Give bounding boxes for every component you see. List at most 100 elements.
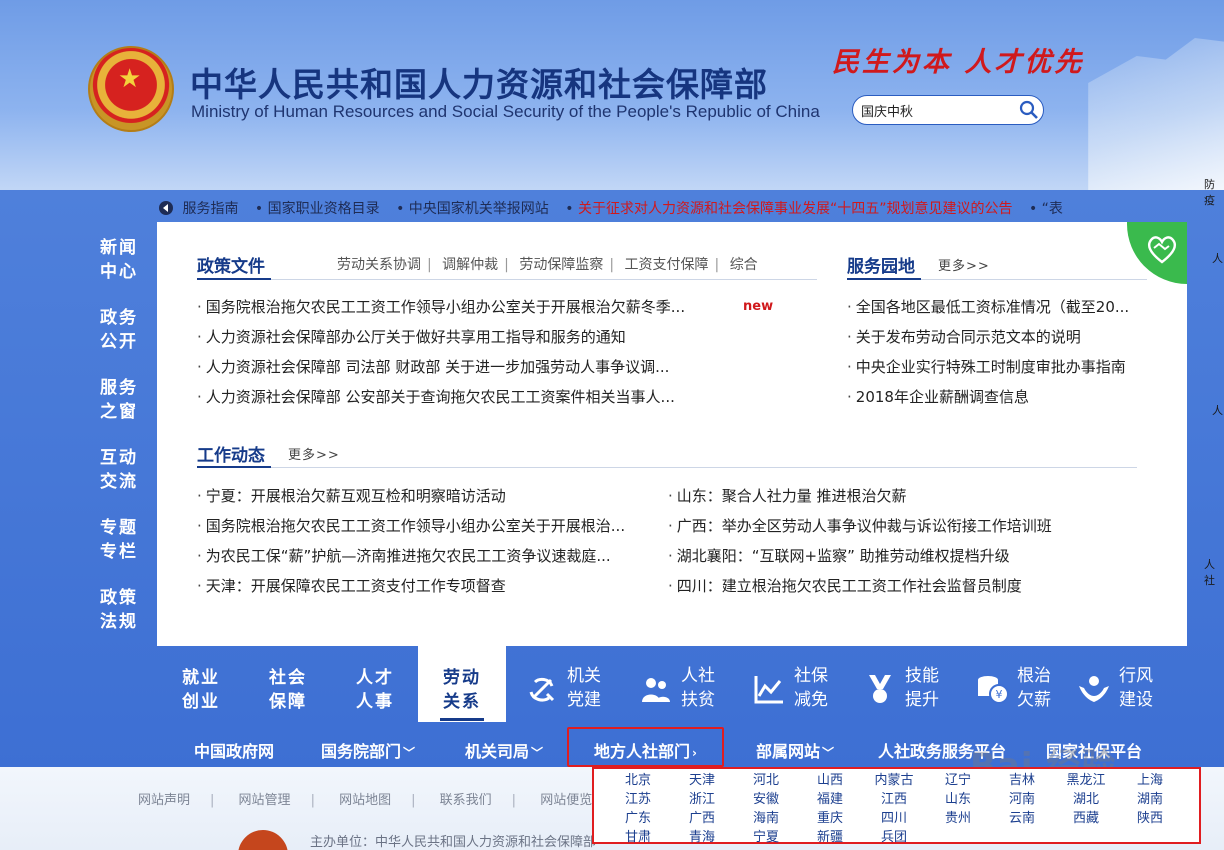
- list-item[interactable]: · 人力资源社会保障部 公安部关于查询拖欠农民工工资案件相关当事人...: [197, 382, 727, 412]
- region-link[interactable]: 青海: [670, 828, 734, 847]
- region-link[interactable]: 云南: [990, 809, 1054, 828]
- tab-social-security[interactable]: 社会 保障: [244, 646, 332, 722]
- tab-wage-payment[interactable]: 工资支付保障: [625, 257, 709, 273]
- news-heading[interactable]: 工作动态: [197, 441, 265, 466]
- footer-link[interactable]: 网站地图: [339, 793, 391, 808]
- list-item[interactable]: · 为农民工保“薪”护航—济南推进拖欠农民工工资争议速裁庭...: [197, 541, 657, 571]
- dropdown-ministry-bureaus[interactable]: 机关司局 ﹀: [465, 738, 543, 762]
- region-link[interactable]: 河南: [990, 790, 1054, 809]
- tab-employment[interactable]: 就业 创业: [157, 646, 245, 722]
- region-link[interactable]: 山东: [926, 790, 990, 809]
- region-link[interactable]: 河北: [734, 771, 798, 790]
- ticker-link[interactable]: • “表: [1029, 201, 1063, 217]
- nav-government-affairs[interactable]: 政务 公开: [100, 306, 144, 376]
- cat-wage-arrears[interactable]: ¥ 根治 欠薪: [975, 656, 1065, 712]
- tab-labor-relations[interactable]: 劳动关系协调: [337, 257, 421, 273]
- tab-mediation[interactable]: 调解仲裁: [442, 257, 498, 273]
- list-item[interactable]: · 2018年企业薪酬调查信息: [847, 382, 1152, 412]
- handshake-heart-icon: [1148, 236, 1176, 264]
- list-item[interactable]: · 天津：开展保障农民工工资支付工作专项督查: [197, 571, 657, 601]
- region-link[interactable]: 新疆: [798, 828, 862, 847]
- list-item[interactable]: · 山东：聚合人社力量 推进根治欠薪: [668, 481, 1138, 511]
- tab-general[interactable]: 综合: [730, 257, 758, 273]
- nav-news-center[interactable]: 新闻 中心: [100, 236, 144, 306]
- list-item[interactable]: · 人力资源社会保障部 司法部 财政部 关于进一步加强劳动人事争议调...: [197, 352, 727, 382]
- region-link[interactable]: 甘肃: [606, 828, 670, 847]
- dropdown-affiliated-sites[interactable]: 部属网站 ﹀: [756, 738, 834, 762]
- list-item[interactable]: · 全国各地区最低工资标准情况（截至20...: [847, 292, 1152, 322]
- search-input[interactable]: [861, 101, 1011, 120]
- search-icon[interactable]: [1019, 100, 1039, 120]
- nav-service-window[interactable]: 服务 之窗: [100, 376, 144, 446]
- national-emblem-logo[interactable]: ★: [88, 46, 174, 132]
- cat-poverty-relief[interactable]: 人社 扶贫: [639, 656, 729, 712]
- policy-heading[interactable]: 政策文件: [197, 252, 265, 277]
- region-link[interactable]: 海南: [734, 809, 798, 828]
- cat-skill-upgrade[interactable]: 技能 提升: [863, 656, 953, 712]
- region-link[interactable]: 江苏: [606, 790, 670, 809]
- search-box: [852, 95, 1044, 125]
- ticker-link[interactable]: • 关于征求对人力资源和社会保障事业发展“十四五”规划意见建议的公告: [565, 201, 1012, 217]
- list-item[interactable]: · 人力资源社会保障部办公厅关于做好共享用工指导和服务的通知: [197, 322, 727, 352]
- list-item[interactable]: · 湖北襄阳：“互联网+监察” 助推劳动维权提档升级: [668, 541, 1138, 571]
- region-link[interactable]: 辽宁: [926, 771, 990, 790]
- ticker-link[interactable]: • 中央国家机关举报网站: [396, 201, 549, 217]
- footer-link[interactable]: 网站声明: [138, 793, 190, 808]
- ticker-link[interactable]: • 国家职业资格目录: [255, 201, 380, 217]
- chevron-down-icon: ﹀: [531, 746, 544, 760]
- region-link[interactable]: 山西: [798, 771, 862, 790]
- list-item[interactable]: · 国务院根治拖欠农民工工资工作领导小组办公室关于开展根治欠薪冬季...: [197, 292, 727, 322]
- tab-talent[interactable]: 人才 人事: [331, 646, 419, 722]
- service-more-link[interactable]: 更多>>: [938, 255, 990, 274]
- region-link[interactable]: 黑龙江: [1054, 771, 1118, 790]
- list-item[interactable]: · 关于发布劳动合同示范文本的说明: [847, 322, 1152, 352]
- region-link[interactable]: 宁夏: [734, 828, 798, 847]
- region-link[interactable]: 内蒙古: [862, 771, 926, 790]
- news-more-link[interactable]: 更多>>: [288, 444, 340, 463]
- region-link[interactable]: 吉林: [990, 771, 1054, 790]
- region-link[interactable]: 贵州: [926, 809, 990, 828]
- list-item[interactable]: · 国务院根治拖欠农民工工资工作领导小组办公室关于开展根治...: [197, 511, 657, 541]
- ticker-link[interactable]: 服务指南: [182, 201, 238, 217]
- category-bar: 就业 创业 社会 保障 人才 人事 劳动 关系 机关 党建 人社 扶贫 社保 减免 技能 提升: [157, 646, 1187, 722]
- section-underline: [197, 466, 271, 468]
- list-item[interactable]: · 宁夏：开展根治欠薪互观互检和明察暗访活动: [197, 481, 657, 511]
- list-item[interactable]: · 四川：建立根治拖欠农民工工资工作社会监督员制度: [668, 571, 1138, 601]
- footer-link[interactable]: 网站便览: [540, 793, 592, 808]
- region-link[interactable]: 上海: [1118, 771, 1182, 790]
- nav-special-topics[interactable]: 专题 专栏: [100, 516, 144, 586]
- region-link[interactable]: 陕西: [1118, 809, 1182, 828]
- service-heading[interactable]: 服务园地: [847, 252, 915, 277]
- tab-labor-inspection[interactable]: 劳动保障监察: [519, 257, 603, 273]
- nav-policies-laws[interactable]: 政策 法规: [100, 586, 144, 656]
- region-link[interactable]: 天津: [670, 771, 734, 790]
- tab-labor-relations-active[interactable]: 劳动 关系: [418, 646, 506, 722]
- region-link[interactable]: 湖北: [1054, 790, 1118, 809]
- region-link[interactable]: 四川: [862, 809, 926, 828]
- region-link[interactable]: 西藏: [1054, 809, 1118, 828]
- cat-conduct-building[interactable]: 行风 建设: [1077, 656, 1177, 712]
- region-link[interactable]: 广西: [670, 809, 734, 828]
- region-link[interactable]: 江西: [862, 790, 926, 809]
- list-item[interactable]: · 中央企业实行特殊工时制度审批办事指南: [847, 352, 1152, 382]
- region-link[interactable]: 安徽: [734, 790, 798, 809]
- region-link[interactable]: 兵团: [862, 828, 926, 847]
- dropdown-state-council-depts[interactable]: 国务院部门 ﹀: [321, 738, 415, 762]
- list-item[interactable]: · 广西：举办全区劳动人事争议仲裁与诉讼衔接工作培训班: [668, 511, 1138, 541]
- prev-arrow-icon[interactable]: [158, 200, 174, 216]
- region-link[interactable]: 福建: [798, 790, 862, 809]
- nav-interaction[interactable]: 互动 交流: [100, 446, 144, 516]
- region-link[interactable]: 重庆: [798, 809, 862, 828]
- region-link[interactable]: 浙江: [670, 790, 734, 809]
- footer-link[interactable]: 联系我们: [440, 793, 492, 808]
- cat-insurance-relief[interactable]: 社保 减免: [752, 656, 842, 712]
- link-gov-cn[interactable]: 中国政府网: [194, 738, 274, 762]
- site-title-english[interactable]: Ministry of Human Resources and Social S…: [191, 102, 820, 122]
- region-link[interactable]: 北京: [606, 771, 670, 790]
- region-link[interactable]: 湖南: [1118, 790, 1182, 809]
- site-title[interactable]: 中华人民共和国人力资源和社会保障部: [190, 58, 768, 106]
- region-link[interactable]: 广东: [606, 809, 670, 828]
- footer-link[interactable]: 网站管理: [239, 793, 291, 808]
- cat-party-building[interactable]: 机关 党建: [525, 656, 615, 712]
- coins-icon: ¥: [978, 676, 1009, 704]
